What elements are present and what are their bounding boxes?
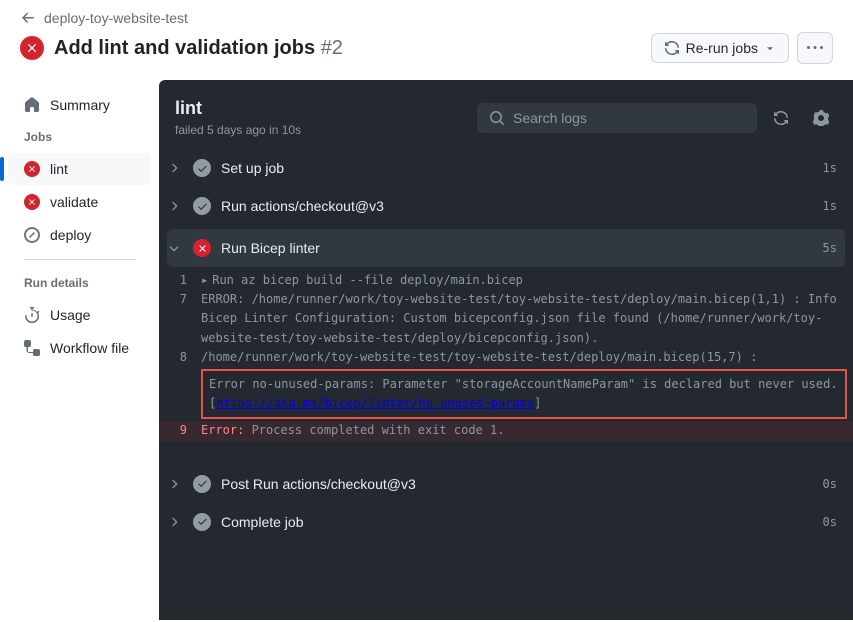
run-number: #2 <box>321 37 343 59</box>
job-title: lint <box>175 98 301 119</box>
logs-panel: lint failed 5 days ago in 10s Set up <box>159 80 853 620</box>
line-text: Error: Process completed with exit code … <box>201 421 843 440</box>
logs-settings-button[interactable] <box>805 102 837 134</box>
status-fail-icon <box>20 36 44 60</box>
check-icon <box>193 197 211 215</box>
sidebar-item-label: deploy <box>50 227 91 243</box>
step-post-checkout[interactable]: Post Run actions/checkout@v3 0s <box>159 465 853 503</box>
back-arrow-icon[interactable] <box>20 10 36 26</box>
caret-down-icon <box>764 42 776 54</box>
workflow-icon <box>24 340 40 356</box>
sidebar-workflow-file[interactable]: Workflow file <box>8 332 151 364</box>
search-icon <box>489 110 505 126</box>
step-time: 5s <box>823 241 837 255</box>
kebab-icon <box>807 40 823 56</box>
chevron-down-icon <box>167 241 181 255</box>
stopwatch-icon <box>24 307 40 323</box>
step-label: Set up job <box>221 160 813 176</box>
page-title: Add lint and validation jobs #2 <box>54 37 343 60</box>
step-label: Run actions/checkout@v3 <box>221 198 813 214</box>
line-text: ▸Run az bicep build --file deploy/main.b… <box>201 271 843 290</box>
log-line: 1 ▸Run az bicep build --file deploy/main… <box>159 271 853 290</box>
log-line: 8 /home/runner/work/toy-website-test/toy… <box>159 348 853 367</box>
skip-icon <box>24 227 40 243</box>
error-text: Error no-unused-params: Parameter "stora… <box>209 377 838 410</box>
log-line-error: 9 Error: Process completed with exit cod… <box>159 421 853 440</box>
chevron-right-icon <box>167 161 181 175</box>
job-subtitle: failed 5 days ago in 10s <box>175 123 301 137</box>
step-label: Complete job <box>221 514 813 530</box>
rerun-jobs-button[interactable]: Re-run jobs <box>651 33 789 63</box>
step-label: Run Bicep linter <box>221 240 813 256</box>
docs-link[interactable]: https://aka.ms/bicep/linter/no-unused-pa… <box>216 396 534 410</box>
gear-icon <box>813 110 829 126</box>
sidebar-item-deploy[interactable]: deploy <box>8 219 151 251</box>
check-icon <box>193 513 211 531</box>
step-time: 1s <box>823 161 837 175</box>
sidebar-item-lint[interactable]: lint <box>8 153 151 185</box>
line-number: 7 <box>159 290 201 348</box>
sidebar-summary[interactable]: Summary <box>8 89 151 121</box>
fail-icon <box>193 239 211 257</box>
error-callout: Error no-unused-params: Parameter "stora… <box>201 369 847 419</box>
line-number: 1 <box>159 271 201 290</box>
sidebar: Summary Jobs lint validate deploy <box>0 80 159 620</box>
logs-search[interactable] <box>477 103 757 133</box>
step-checkout[interactable]: Run actions/checkout@v3 1s <box>159 187 853 225</box>
sidebar-item-label: validate <box>50 194 98 210</box>
refresh-logs-button[interactable] <box>765 102 797 134</box>
chevron-right-icon <box>167 515 181 529</box>
step-setup-job[interactable]: Set up job 1s <box>159 149 853 187</box>
run-details-header: Run details <box>8 268 151 298</box>
chevron-right-icon <box>167 477 181 491</box>
fail-icon <box>24 161 40 177</box>
log-line: 7 ERROR: /home/runner/work/toy-website-t… <box>159 290 853 348</box>
step-label: Post Run actions/checkout@v3 <box>221 476 813 492</box>
step-complete-job[interactable]: Complete job 0s <box>159 503 853 541</box>
line-number: 9 <box>159 421 201 440</box>
sidebar-item-label: lint <box>50 161 68 177</box>
step-bicep-linter[interactable]: Run Bicep linter 5s <box>167 229 845 267</box>
step-time: 1s <box>823 199 837 213</box>
sidebar-usage[interactable]: Usage <box>8 299 151 331</box>
log-body: 1 ▸Run az bicep build --file deploy/main… <box>159 267 853 447</box>
line-number: 8 <box>159 348 201 367</box>
sync-icon <box>773 110 789 126</box>
line-text: /home/runner/work/toy-website-test/toy-w… <box>201 348 843 367</box>
triangle-right-icon: ▸ <box>201 273 208 287</box>
home-icon <box>24 97 40 113</box>
breadcrumb: deploy-toy-website-test <box>20 10 833 26</box>
search-input[interactable] <box>513 110 745 126</box>
fail-icon <box>24 194 40 210</box>
step-time: 0s <box>823 515 837 529</box>
step-time: 0s <box>823 477 837 491</box>
check-icon <box>193 475 211 493</box>
kebab-menu-button[interactable] <box>797 32 833 64</box>
jobs-header: Jobs <box>8 122 151 152</box>
sync-icon <box>664 40 680 56</box>
sidebar-item-validate[interactable]: validate <box>8 186 151 218</box>
check-icon <box>193 159 211 177</box>
chevron-right-icon <box>167 199 181 213</box>
breadcrumb-link[interactable]: deploy-toy-website-test <box>44 10 188 26</box>
line-text: ERROR: /home/runner/work/toy-website-tes… <box>201 290 843 348</box>
